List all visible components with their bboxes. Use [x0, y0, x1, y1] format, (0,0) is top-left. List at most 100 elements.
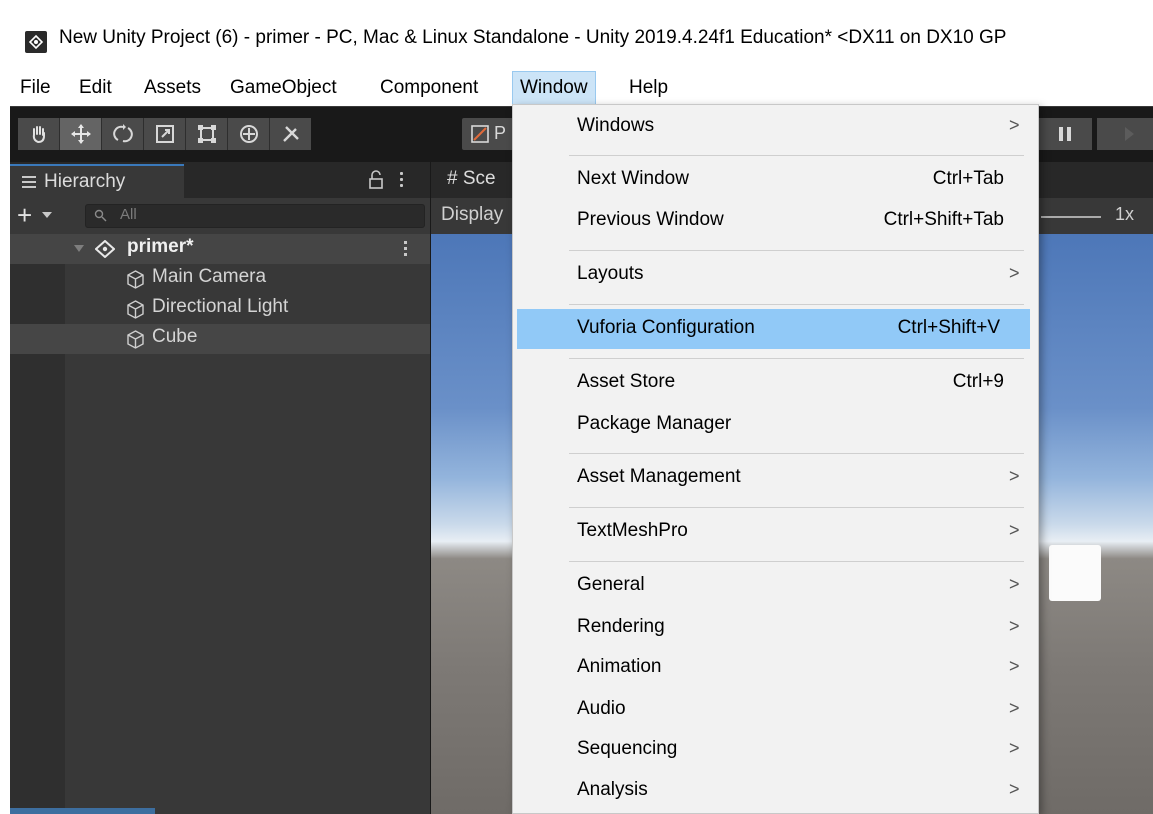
tree-item-main-camera[interactable]: Main Camera — [10, 264, 430, 294]
menu-separator — [569, 507, 1024, 508]
menu-item-label: Sequencing — [577, 738, 678, 759]
menu-help[interactable]: Help — [622, 72, 675, 104]
menu-item-label: Rendering — [577, 616, 665, 637]
pause-button[interactable] — [1038, 118, 1092, 150]
menu-separator — [569, 453, 1024, 454]
menu-item-label: Vuforia Configuration — [577, 317, 755, 338]
hierarchy-menu-icon[interactable] — [396, 170, 406, 190]
menu-item-windows[interactable]: Windows > — [513, 107, 1038, 147]
tree-item-label: Main Camera — [152, 266, 267, 287]
scene-name: primer* — [127, 236, 194, 257]
step-button[interactable] — [1097, 118, 1153, 150]
pause-icon-bar — [1067, 127, 1071, 141]
fold-arrow-icon[interactable] — [74, 245, 84, 252]
hierarchy-tree: primer* Main Camera Directional Light Cu… — [10, 234, 430, 814]
create-add-button[interactable]: + — [17, 202, 65, 228]
menu-item-label: Audio — [577, 698, 626, 719]
menu-item-label: Analysis — [577, 779, 648, 800]
menu-separator — [569, 561, 1024, 562]
scene-menu-icon[interactable] — [402, 240, 408, 260]
rendered-cube — [1049, 545, 1101, 601]
lock-icon[interactable] — [368, 170, 384, 190]
scale-value: 1x — [1115, 204, 1135, 224]
submenu-arrow-icon: > — [1009, 520, 1020, 540]
rotate-tool-icon[interactable] — [102, 118, 144, 150]
menu-component[interactable]: Component — [373, 72, 485, 104]
move-tool-icon[interactable] — [60, 118, 102, 150]
submenu-arrow-icon: > — [1009, 263, 1020, 283]
tab-scene[interactable]: # Sce — [447, 168, 496, 190]
menu-item-package-manager[interactable]: Package Manager — [513, 405, 1038, 445]
menu-item-label: TextMeshPro — [577, 520, 688, 541]
step-icon — [1125, 127, 1134, 141]
tree-item-directional-light[interactable]: Directional Light — [10, 294, 430, 324]
menu-item-general[interactable]: General > — [513, 566, 1038, 606]
tree-item-label: Cube — [152, 326, 198, 347]
gameobject-cube-icon — [127, 300, 144, 319]
menu-item-audio[interactable]: Audio > — [513, 690, 1038, 730]
rect-tool-icon[interactable] — [186, 118, 228, 150]
menu-gameobject[interactable]: GameObject — [223, 72, 344, 104]
menu-item-animation[interactable]: Animation > — [513, 648, 1038, 688]
menu-item-label: General — [577, 574, 645, 595]
menu-separator — [569, 304, 1024, 305]
hierarchy-tab-label: Hierarchy — [44, 171, 126, 192]
menu-item-shortcut: Ctrl+9 — [952, 371, 1004, 392]
menu-item-previous-window[interactable]: Previous Window Ctrl+Shift+Tab — [513, 201, 1038, 241]
menu-item-label: Windows — [577, 115, 655, 136]
submenu-arrow-icon: > — [1009, 738, 1020, 758]
menu-item-shortcut: Ctrl+Tab — [932, 168, 1004, 189]
menu-item-asset-management[interactable]: Asset Management > — [513, 458, 1038, 498]
hierarchy-tab[interactable]: Hierarchy — [10, 164, 184, 198]
title-bar: New Unity Project (6) - primer - PC, Mac… — [10, 10, 1153, 71]
menu-item-label: Next Window — [577, 168, 689, 189]
unity-editor-window: New Unity Project (6) - primer - PC, Mac… — [10, 10, 1153, 814]
search-icon — [94, 209, 107, 222]
gameobject-cube-icon — [127, 330, 144, 349]
hierarchy-toolbar: + All — [10, 198, 430, 234]
menu-item-asset-store[interactable]: Asset Store Ctrl+9 — [513, 363, 1038, 403]
scale-slider[interactable] — [1041, 216, 1101, 218]
transform-tool-icon[interactable] — [228, 118, 270, 150]
hierarchy-list-icon — [22, 176, 36, 188]
menu-item-label: Layouts — [577, 263, 644, 284]
hierarchy-search-input[interactable]: All — [85, 204, 425, 228]
menu-item-analysis[interactable]: Analysis > — [513, 771, 1038, 811]
unity-scene-icon — [95, 240, 115, 258]
menu-item-shortcut: Ctrl+Shift+V — [897, 317, 1000, 338]
menu-item-label: Package Manager — [577, 413, 732, 434]
menu-file[interactable]: File — [13, 72, 58, 104]
menu-item-sequencing[interactable]: Sequencing > — [513, 730, 1038, 770]
scene-row[interactable]: primer* — [10, 234, 430, 264]
tree-item-cube[interactable]: Cube — [10, 324, 430, 354]
submenu-arrow-icon: > — [1009, 779, 1020, 799]
search-placeholder: All — [120, 206, 137, 223]
menu-item-shortcut: Ctrl+Shift+Tab — [883, 209, 1004, 230]
chevron-down-icon — [42, 212, 52, 218]
tree-item-label: Directional Light — [152, 296, 289, 317]
pivot-label: P — [494, 123, 507, 143]
hierarchy-panel: Hierarchy + All primer* Main Camera Dire… — [10, 162, 430, 814]
hand-tool-icon[interactable] — [18, 118, 60, 150]
menu-item-textmeshpro[interactable]: TextMeshPro > — [513, 512, 1038, 552]
menu-item-next-window[interactable]: Next Window Ctrl+Tab — [513, 160, 1038, 200]
submenu-arrow-icon: > — [1009, 698, 1020, 718]
menu-window[interactable]: Window — [512, 71, 596, 105]
menu-item-rendering[interactable]: Rendering > — [513, 608, 1038, 648]
pivot-icon — [471, 125, 489, 143]
menu-item-label: Animation — [577, 656, 662, 677]
menu-assets[interactable]: Assets — [137, 72, 208, 104]
menu-item-layouts[interactable]: Layouts > — [513, 255, 1038, 295]
menu-item-vuforia-configuration[interactable]: Vuforia Configuration Ctrl+Shift+V — [517, 309, 1030, 349]
menu-edit[interactable]: Edit — [72, 72, 119, 104]
transform-tools — [18, 118, 311, 150]
display-selector[interactable]: Display — [441, 204, 503, 226]
submenu-arrow-icon: > — [1009, 574, 1020, 594]
pause-icon — [1059, 127, 1063, 141]
custom-tool-icon[interactable] — [270, 118, 311, 150]
menu-item-label: Asset Management — [577, 466, 741, 487]
window-dropdown-menu: Windows > Next Window Ctrl+Tab Previous … — [512, 104, 1039, 814]
submenu-arrow-icon: > — [1009, 616, 1020, 636]
scale-tool-icon[interactable] — [144, 118, 186, 150]
menu-separator — [569, 250, 1024, 251]
